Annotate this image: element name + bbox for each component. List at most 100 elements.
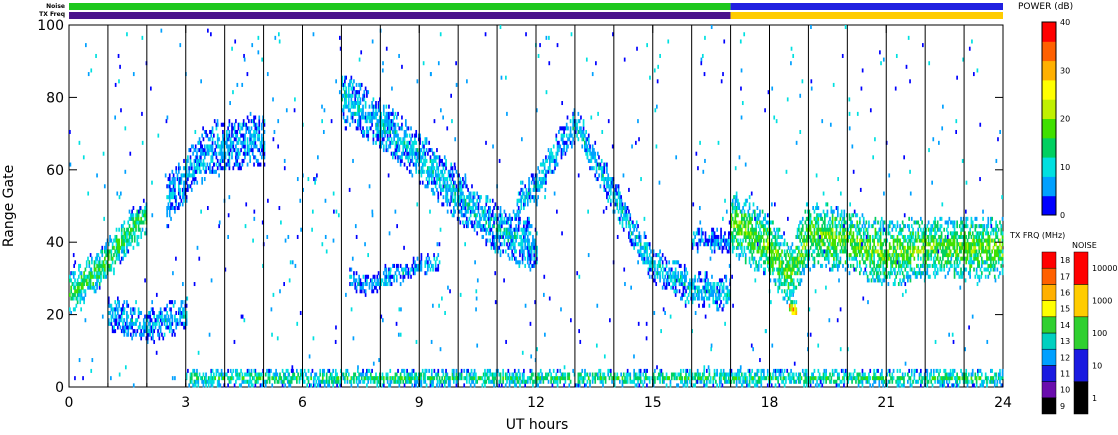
echo-cell-2624 xyxy=(582,137,585,142)
echo-cell-3175 xyxy=(692,238,695,243)
echo-cell-583 xyxy=(171,300,174,305)
echo-cell-4007 xyxy=(831,231,834,236)
echo-cell-547 xyxy=(161,310,163,315)
echo-cell-57 xyxy=(80,274,83,279)
echo-cell-197 xyxy=(111,242,114,247)
echo-cell-881 xyxy=(215,126,218,131)
echo-cell-4328 xyxy=(879,260,882,265)
echo-cell-4519 xyxy=(907,278,909,283)
echo-cell-872 xyxy=(212,133,215,138)
echo-cell-517 xyxy=(153,339,156,344)
echo-cell-2476 xyxy=(538,187,541,192)
echo-cell-2232 xyxy=(353,274,355,279)
echo-cell-2788 xyxy=(624,202,626,207)
echo-cell-781 xyxy=(194,148,197,153)
echo-cell-2549 xyxy=(560,155,563,160)
echo-cell-3761 xyxy=(798,256,800,261)
echo-cell-4890 xyxy=(961,220,964,225)
echo-cell-2546 xyxy=(558,129,560,134)
echo-cell-699 xyxy=(179,202,181,207)
echo-cell-698 xyxy=(177,162,180,167)
echo-cell-4851 xyxy=(956,249,958,254)
echo-cell-1929 xyxy=(485,242,488,247)
echo-cell-314 xyxy=(137,234,140,239)
echo-cell-269 xyxy=(127,220,130,225)
echo-cell-1119 xyxy=(259,151,262,156)
echo-cell-2054 xyxy=(507,238,510,243)
echo-cell-830 xyxy=(205,169,207,174)
echo-cell-1959 xyxy=(489,198,491,203)
echo-cell-3767 xyxy=(799,282,802,287)
echo-cell-4559 xyxy=(910,216,913,221)
echo-cell-2381 xyxy=(427,267,429,272)
echo-cell-421 xyxy=(126,321,128,326)
echo-cell-4429 xyxy=(894,278,896,283)
echo-cell-1437 xyxy=(393,137,396,142)
echo-cell-1902 xyxy=(478,220,481,225)
echo-cell-3240 xyxy=(720,242,722,247)
echo-cell-2753 xyxy=(616,198,619,203)
echo-cell-973 xyxy=(232,144,235,149)
echo-cell-679 xyxy=(174,180,176,185)
echo-cell-4497 xyxy=(903,256,905,261)
echo-cell-3511 xyxy=(764,267,767,272)
echo-cell-3131 xyxy=(717,282,720,287)
echo-cell-3664 xyxy=(783,242,786,247)
echo-cell-4138 xyxy=(851,242,853,247)
echo-cell-2949 xyxy=(668,260,671,265)
echo-cell-439 xyxy=(129,307,132,312)
echo-cell-4283 xyxy=(873,256,875,261)
echo-cell-2853 xyxy=(643,253,646,258)
echo-cell-4480 xyxy=(900,231,903,236)
echo-cell-3396 xyxy=(748,256,751,261)
echo-cell-2606 xyxy=(576,133,578,138)
echo-cell-2078 xyxy=(511,256,514,261)
echo-cell-4537 xyxy=(908,227,910,232)
echo-cell-1844 xyxy=(467,224,469,229)
echo-cell-4714 xyxy=(935,263,938,268)
echo-cell-3355 xyxy=(742,238,744,243)
echo-cell-245 xyxy=(123,249,126,254)
echo-cell-1004 xyxy=(237,148,240,153)
echo-cell-2619 xyxy=(580,115,582,120)
echo-cell-3053 xyxy=(696,278,699,283)
echo-cell-235 xyxy=(120,231,123,236)
echo-cell-1503 xyxy=(404,129,407,134)
echo-cell-1751 xyxy=(451,191,454,196)
echo-cell-2004 xyxy=(498,245,501,250)
echo-cell-4981 xyxy=(974,227,977,232)
echo-cell-2443 xyxy=(528,177,530,182)
echo-cell-74 xyxy=(84,267,87,272)
echo-cell-1165 xyxy=(344,79,346,84)
txfreq-strip xyxy=(69,12,1003,19)
echo-cell-2299 xyxy=(385,278,388,283)
status-strips: Noise TX Freq xyxy=(39,3,1003,19)
echo-cell-1699 xyxy=(442,187,445,192)
echo-cell-3149 xyxy=(722,282,725,287)
echo-cell-2022 xyxy=(499,206,502,211)
echo-cell-1460 xyxy=(397,158,399,163)
echo-cell-3631 xyxy=(779,278,782,283)
echo-cell-2681 xyxy=(598,173,600,178)
echo-cell-428 xyxy=(127,329,130,334)
echo-cell-380 xyxy=(115,318,118,323)
echo-cell-2711 xyxy=(606,169,608,174)
echo-cell-1698 xyxy=(442,195,445,200)
echo-cell-188 xyxy=(110,267,113,272)
echo-cell-788 xyxy=(196,151,198,156)
echo-cell-2538 xyxy=(556,162,559,167)
echo-cell-2506 xyxy=(546,158,549,163)
echo-cell-452 xyxy=(133,310,136,315)
echo-cell-2272 xyxy=(372,282,375,287)
echo-cell-406 xyxy=(122,321,124,326)
echo-cell-846 xyxy=(209,166,211,171)
echo-cell-1286 xyxy=(366,93,368,98)
echo-cell-1245 xyxy=(358,90,360,95)
echo-cell-4528 xyxy=(907,242,909,247)
echo-cell-1562 xyxy=(416,158,419,163)
echo-cell-767 xyxy=(192,144,194,149)
echo-cell-2763 xyxy=(619,216,621,221)
echo-cell-2270 xyxy=(371,278,373,283)
echo-cell-1735 xyxy=(449,184,451,189)
echo-cell-2715 xyxy=(607,191,610,196)
